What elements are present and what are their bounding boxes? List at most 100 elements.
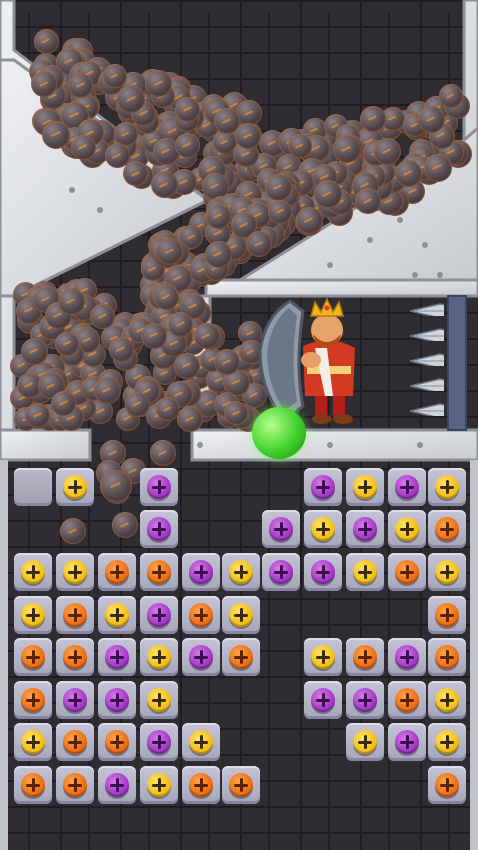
screw-icon[interactable]	[269, 560, 293, 584]
screw-icon[interactable]	[435, 773, 459, 797]
screw-tile[interactable]	[388, 723, 426, 761]
screw-icon[interactable]	[189, 773, 213, 797]
screw-icon[interactable]	[311, 645, 335, 669]
screw-tile[interactable]	[140, 638, 178, 676]
screw-tile[interactable]	[428, 596, 466, 634]
screw-tile[interactable]	[262, 510, 300, 548]
screw-tile[interactable]	[56, 723, 94, 761]
screw-tile[interactable]	[140, 723, 178, 761]
screw-tile[interactable]	[388, 510, 426, 548]
screw-icon[interactable]	[229, 603, 253, 627]
screw-tile[interactable]	[222, 596, 260, 634]
screw-icon[interactable]	[63, 603, 87, 627]
screw-icon[interactable]	[435, 517, 459, 541]
screw-tile[interactable]	[140, 510, 178, 548]
screw-tile[interactable]	[14, 766, 52, 804]
screw-icon[interactable]	[105, 688, 129, 712]
screw-icon[interactable]	[63, 560, 87, 584]
screw-tile[interactable]	[428, 553, 466, 591]
screw-tile[interactable]	[304, 681, 342, 719]
screw-tile[interactable]	[98, 596, 136, 634]
screw-tile[interactable]	[346, 510, 384, 548]
screw-tile[interactable]	[222, 638, 260, 676]
screw-tile[interactable]	[428, 468, 466, 506]
screw-icon[interactable]	[435, 645, 459, 669]
screw-tile[interactable]	[428, 723, 466, 761]
screw-tile[interactable]	[182, 596, 220, 634]
screw-tile[interactable]	[304, 638, 342, 676]
screw-tile[interactable]	[140, 681, 178, 719]
screw-tile[interactable]	[428, 638, 466, 676]
screw-tile[interactable]	[140, 596, 178, 634]
screw-tile[interactable]	[388, 638, 426, 676]
screw-tile[interactable]	[388, 468, 426, 506]
screw-icon[interactable]	[147, 560, 171, 584]
screw-icon[interactable]	[21, 730, 45, 754]
screw-icon[interactable]	[63, 645, 87, 669]
screw-tile[interactable]	[56, 766, 94, 804]
screw-tile[interactable]	[388, 681, 426, 719]
screw-tile[interactable]	[346, 553, 384, 591]
screw-tile[interactable]	[98, 766, 136, 804]
screw-tile[interactable]	[14, 638, 52, 676]
screw-icon[interactable]	[311, 475, 335, 499]
screw-tile[interactable]	[346, 681, 384, 719]
screw-icon[interactable]	[63, 773, 87, 797]
screw-tile[interactable]	[56, 468, 94, 506]
screw-tile[interactable]	[428, 681, 466, 719]
screw-icon[interactable]	[353, 517, 377, 541]
screw-tile[interactable]	[14, 596, 52, 634]
screw-icon[interactable]	[353, 645, 377, 669]
screw-icon[interactable]	[21, 560, 45, 584]
screw-tile[interactable]	[182, 766, 220, 804]
screw-tile[interactable]	[56, 596, 94, 634]
screw-icon[interactable]	[311, 688, 335, 712]
screw-tile[interactable]	[98, 638, 136, 676]
screw-icon[interactable]	[105, 603, 129, 627]
screw-tile[interactable]	[346, 638, 384, 676]
screw-icon[interactable]	[269, 517, 293, 541]
screw-tile[interactable]	[346, 723, 384, 761]
screw-icon[interactable]	[353, 730, 377, 754]
screw-tile[interactable]	[304, 468, 342, 506]
screw-icon[interactable]	[435, 603, 459, 627]
screw-icon[interactable]	[189, 603, 213, 627]
screw-icon[interactable]	[105, 730, 129, 754]
screw-icon[interactable]	[105, 560, 129, 584]
screw-icon[interactable]	[395, 517, 419, 541]
screw-tile[interactable]	[56, 638, 94, 676]
screw-tile[interactable]	[98, 681, 136, 719]
screw-icon[interactable]	[229, 645, 253, 669]
screw-icon[interactable]	[147, 603, 171, 627]
screw-tile[interactable]	[140, 468, 178, 506]
green-gem-icon[interactable]	[252, 407, 306, 459]
screw-icon[interactable]	[147, 773, 171, 797]
screw-icon[interactable]	[147, 475, 171, 499]
screw-icon[interactable]	[395, 475, 419, 499]
screw-icon[interactable]	[229, 773, 253, 797]
screw-icon[interactable]	[105, 645, 129, 669]
screw-tile[interactable]	[304, 553, 342, 591]
screw-tile[interactable]	[346, 468, 384, 506]
screw-icon[interactable]	[229, 560, 253, 584]
screw-tile[interactable]	[428, 510, 466, 548]
screw-tile[interactable]	[14, 723, 52, 761]
screw-tile[interactable]	[182, 553, 220, 591]
screw-icon[interactable]	[189, 645, 213, 669]
screw-icon[interactable]	[435, 475, 459, 499]
screw-tile[interactable]	[222, 766, 260, 804]
screw-icon[interactable]	[395, 688, 419, 712]
screw-icon[interactable]	[395, 560, 419, 584]
screw-icon[interactable]	[63, 475, 87, 499]
screw-tile[interactable]	[304, 510, 342, 548]
screw-icon[interactable]	[147, 688, 171, 712]
screw-tile[interactable]	[56, 553, 94, 591]
screw-tile[interactable]	[262, 553, 300, 591]
screw-tile[interactable]	[428, 766, 466, 804]
screw-icon[interactable]	[21, 688, 45, 712]
screw-icon[interactable]	[311, 560, 335, 584]
screw-icon[interactable]	[435, 560, 459, 584]
screw-tile[interactable]	[98, 723, 136, 761]
screw-tile[interactable]	[14, 681, 52, 719]
screw-icon[interactable]	[21, 603, 45, 627]
